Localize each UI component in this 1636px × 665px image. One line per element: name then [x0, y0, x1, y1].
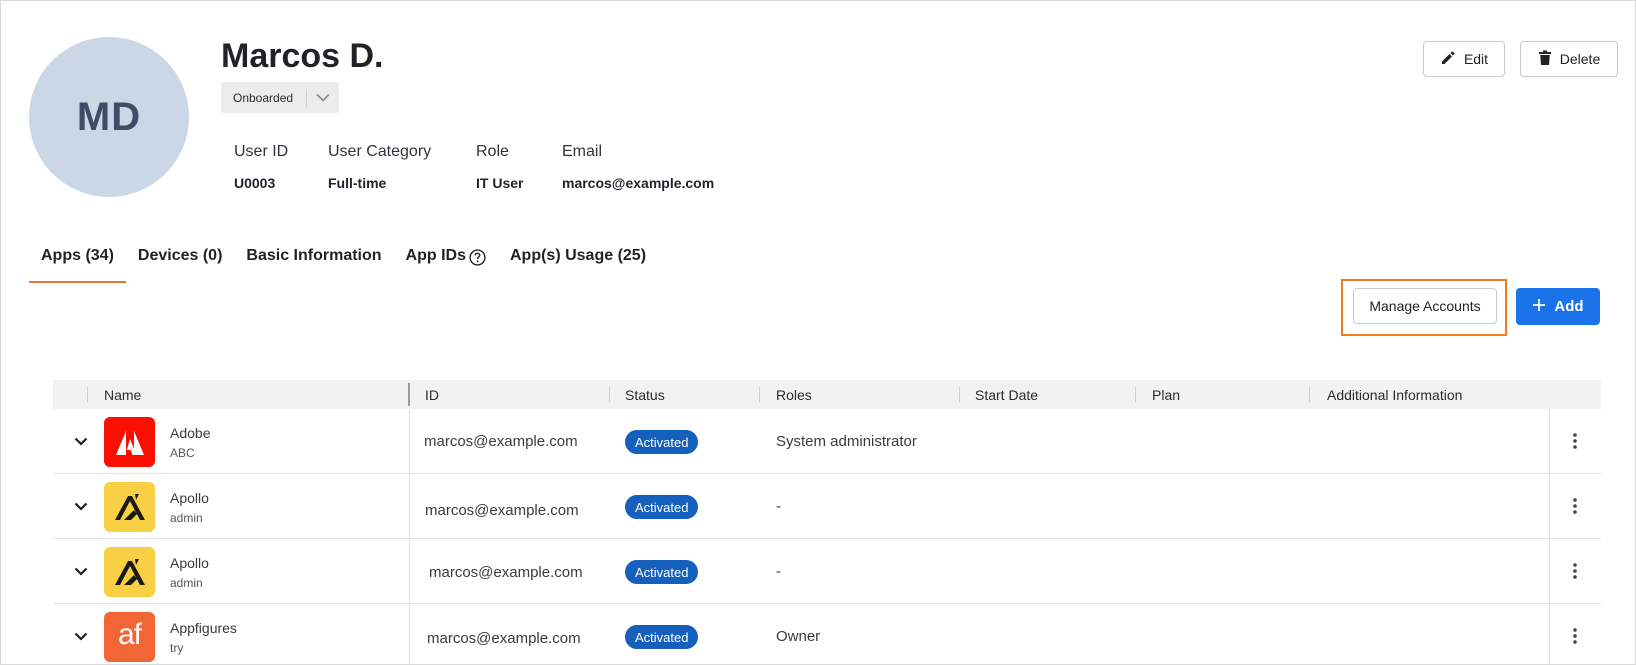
column-divider [409, 539, 410, 604]
tab-label: Devices (0) [137, 247, 223, 264]
delete-button[interactable]: Delete [1520, 41, 1618, 77]
more-options-icon[interactable] [1565, 561, 1585, 581]
appfigures-logo-text: af [117, 618, 142, 651]
add-label: Add [1554, 298, 1584, 315]
column-divider [409, 474, 410, 539]
roles-value: System administrator [776, 433, 917, 450]
column-header-roles[interactable]: Roles [776, 380, 812, 409]
manage-accounts-button[interactable]: Manage Accounts [1353, 288, 1497, 324]
column-resize-handle[interactable] [408, 383, 410, 406]
chevron-down-icon[interactable] [71, 626, 91, 646]
edit-button[interactable]: Edit [1423, 41, 1505, 77]
column-divider [1549, 409, 1550, 474]
app-name: Apollo [170, 490, 209, 506]
user-category-label: User Category [328, 143, 432, 160]
column-divider [759, 387, 760, 402]
adobe-logo [104, 417, 155, 467]
delete-label: Delete [1559, 51, 1601, 67]
account-id: marcos@example.com [425, 502, 579, 519]
role-value: IT User [476, 175, 524, 191]
chevron-down-icon[interactable] [71, 496, 91, 516]
user-detail-page: MD Marcos D. Onboarded User ID User Cate… [0, 0, 1636, 665]
app-account: ABC [170, 446, 195, 460]
table-header: Name ID Status Roles Start Date Plan Add… [53, 380, 1601, 409]
column-header-additional-information[interactable]: Additional Information [1327, 380, 1462, 409]
trash-icon [1538, 50, 1552, 69]
roles-value: - [776, 498, 781, 515]
more-options-icon[interactable] [1565, 496, 1585, 516]
tab-basic-information[interactable]: Basic Information [234, 241, 393, 283]
column-divider [87, 387, 88, 402]
user-id-value: U0003 [234, 175, 276, 191]
column-header-plan[interactable]: Plan [1152, 380, 1180, 409]
table-row: af Appfigures try marcos@example.com Act… [53, 604, 1601, 664]
account-id: marcos@example.com [424, 433, 578, 450]
table-row: Adobe ABC marcos@example.com Activated S… [53, 409, 1601, 474]
tab-apps[interactable]: Apps (34) [29, 241, 126, 283]
column-divider [1549, 539, 1550, 604]
account-id: marcos@example.com [427, 630, 581, 647]
tab-label: App(s) Usage (25) [510, 247, 647, 264]
plus-icon [1532, 298, 1546, 316]
apollo-logo [104, 547, 155, 597]
role-label: Role [476, 143, 509, 160]
status-value: Onboarded [233, 90, 294, 105]
status-badge: Activated [625, 430, 699, 454]
app-name: Adobe [170, 425, 211, 441]
column-header-id[interactable]: ID [425, 380, 439, 409]
apps-table: Name ID Status Roles Start Date Plan Add… [53, 380, 1601, 664]
chevron-down-icon[interactable] [71, 561, 91, 581]
tab-label: App IDs [405, 247, 466, 264]
column-header-start-date[interactable]: Start Date [975, 380, 1038, 409]
status-dropdown[interactable]: Onboarded [221, 82, 339, 113]
roles-value: Owner [776, 628, 821, 645]
page-title: Marcos D. [221, 37, 384, 75]
appfigures-logo: af [104, 612, 155, 662]
table-row: Apollo admin marcos@example.com Activate… [53, 474, 1601, 539]
app-account: admin [170, 576, 203, 590]
column-divider [1549, 474, 1550, 539]
account-id: marcos@example.com [429, 564, 583, 581]
app-account: admin [170, 511, 203, 525]
tab-devices[interactable]: Devices (0) [126, 241, 235, 283]
column-divider [1309, 387, 1310, 402]
user-id-label: User ID [234, 143, 289, 160]
chevron-down-icon[interactable] [71, 431, 91, 451]
more-options-icon[interactable] [1565, 626, 1585, 646]
tab-label: Apps (34) [41, 247, 114, 264]
status-badge: Activated [625, 495, 699, 519]
column-header-status[interactable]: Status [625, 380, 665, 409]
column-header-name[interactable]: Name [104, 380, 141, 409]
column-divider [1135, 387, 1136, 402]
chevron-down-icon[interactable] [307, 93, 339, 102]
more-options-icon[interactable] [1565, 431, 1585, 451]
email-label: Email [562, 143, 603, 160]
pencil-icon [1440, 50, 1456, 69]
column-divider [1549, 604, 1550, 664]
edit-label: Edit [1463, 51, 1489, 67]
column-divider [409, 409, 410, 474]
add-button[interactable]: Add [1516, 288, 1600, 325]
column-divider [409, 604, 410, 664]
apollo-logo [104, 482, 155, 532]
column-divider [959, 387, 960, 402]
tab-label: Basic Information [246, 247, 382, 264]
app-account: try [170, 641, 184, 655]
status-badge: Activated [625, 560, 699, 584]
question-circle-icon[interactable] [469, 249, 486, 271]
status-badge: Activated [625, 625, 699, 649]
roles-value: - [776, 563, 781, 580]
table-row: Apollo admin marcos@example.com Activate… [53, 539, 1601, 604]
column-divider [609, 387, 610, 402]
user-category-value: Full-time [328, 175, 387, 191]
tab-app-ids[interactable]: App IDs [394, 241, 498, 283]
app-name: Apollo [170, 555, 209, 571]
avatar: MD [29, 37, 189, 197]
tab-bar: Apps (34) Devices (0) Basic Information … [29, 241, 658, 283]
app-name: Appfigures [170, 620, 237, 636]
email-value: marcos@example.com [562, 175, 715, 191]
tab-app-usage[interactable]: App(s) Usage (25) [498, 241, 658, 283]
